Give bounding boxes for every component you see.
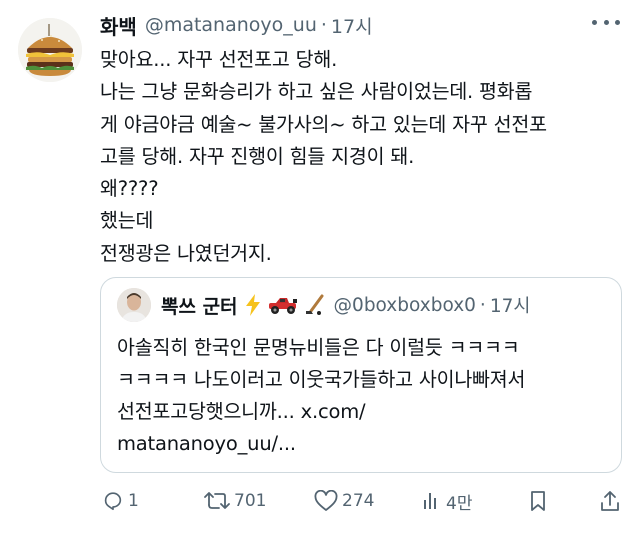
reply-button[interactable]: 1 — [102, 484, 139, 518]
quoted-tweet-line: matananoyo_uu/... — [117, 432, 296, 455]
bookmark-button[interactable] — [528, 484, 548, 518]
like-button[interactable]: 274 — [314, 484, 374, 518]
share-button[interactable] — [600, 484, 620, 518]
name-emoji-group — [244, 294, 326, 316]
separator-dot: · — [320, 14, 327, 36]
author-name[interactable]: 화백 — [100, 11, 137, 40]
tweet-line: 게 야금야금 예술~ 불가사의~ 하고 있는데 자꾸 선전포 — [100, 112, 547, 136]
hockey-stick-icon — [305, 294, 324, 315]
like-icon — [314, 490, 338, 511]
tweet-text: 맞아요... 자꾸 선전포고 당해. 나는 그냥 문화승리가 하고 싶은 사람이… — [100, 44, 620, 270]
views-count: 4만 — [446, 493, 473, 514]
tweet-line: 했는데 — [100, 209, 154, 233]
quoted-author-avatar[interactable] — [117, 288, 151, 322]
tweet-line: 맞아요... 자꾸 선전포고 당해. — [100, 48, 338, 71]
person-avatar-image — [117, 288, 151, 322]
views-button[interactable]: 4만 — [422, 484, 472, 518]
author-handle[interactable]: @matananoyo_uu — [145, 14, 317, 36]
views-icon — [424, 493, 436, 509]
more-icon[interactable] — [592, 12, 620, 32]
quoted-tweet-line: 선전포고당햇으니까... x.com/ — [117, 400, 366, 423]
tweet-line: 전쟁광은 나였던거지. — [100, 241, 272, 265]
reply-icon — [104, 492, 122, 511]
tweet-line: 왜???? — [100, 177, 159, 201]
bookmark-icon — [531, 491, 545, 511]
repost-icon — [204, 492, 230, 509]
tweet-action-bar: 1 701 274 4만 — [100, 484, 620, 518]
quoted-author-name[interactable]: 뽁쓰 군터 — [161, 292, 238, 319]
repost-count: 701 — [234, 491, 267, 511]
quoted-tweet-text: 아솔직히 한국인 문명뉴비들은 다 이럴듯 ㅋㅋㅋㅋ ㅋㅋㅋㅋ 나도이러고 이웃… — [117, 332, 617, 460]
repost-button[interactable]: 701 — [204, 484, 266, 518]
quoted-tweet-card[interactable]: 뽁쓰 군터 @0boxboxbox0 · 17시 아솔직히 한국인 문명뉴비들은… — [100, 277, 622, 473]
quoted-author-handle[interactable]: @0boxboxbox0 — [334, 295, 476, 316]
quoted-tweet-line: ㅋㅋㅋㅋ 나도이러고 이웃국가들하고 사이나빠져서 — [117, 368, 526, 391]
lightning-icon — [245, 294, 260, 316]
reply-count: 1 — [128, 491, 139, 511]
author-avatar[interactable] — [18, 18, 82, 82]
quoted-tweet-time[interactable]: 17시 — [490, 292, 531, 318]
quoted-tweet-header: 뽁쓰 군터 @0boxboxbox0 · 17시 — [117, 288, 530, 322]
burger-avatar-image — [18, 18, 82, 82]
tweet-line: 고를 당해. 자꾸 진행이 힘들 지경이 돼. — [100, 144, 415, 168]
separator-dot: · — [479, 294, 486, 316]
tweet-time[interactable]: 17시 — [331, 12, 373, 39]
quoted-tweet-line: 아솔직히 한국인 문명뉴비들은 다 이럴듯 ㅋㅋㅋㅋ — [117, 336, 520, 359]
share-icon — [601, 491, 619, 511]
race-car-icon — [268, 298, 297, 314]
tweet-header: 화백 @matananoyo_uu · 17시 — [100, 10, 620, 40]
like-count: 274 — [342, 491, 375, 511]
tweet-line: 나는 그냥 문화승리가 하고 싶은 사람이었는데. 평화롭 — [100, 80, 533, 104]
